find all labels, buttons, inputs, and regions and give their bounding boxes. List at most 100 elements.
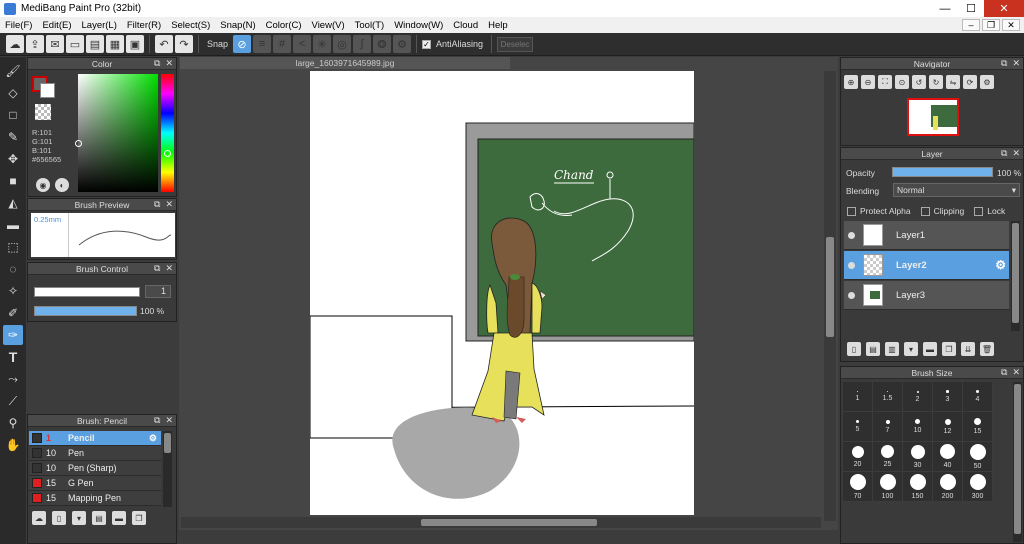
rotate-left-icon[interactable]: ↺ xyxy=(912,75,926,89)
merge-layer-icon[interactable]: ⇊ xyxy=(961,342,975,356)
popout-icon[interactable]: ⧉ xyxy=(1001,367,1007,378)
close-icon[interactable]: ✕ xyxy=(165,415,173,426)
brush-tool-icon[interactable]: 🖌 xyxy=(3,61,23,81)
snap-circle-icon[interactable]: ◎ xyxy=(333,35,352,53)
new-halftone-layer-icon[interactable]: ▥ xyxy=(885,342,899,356)
share-icon[interactable]: ⇪ xyxy=(26,35,44,53)
comment-icon[interactable]: ✉ xyxy=(46,35,64,53)
close-icon[interactable]: ✕ xyxy=(1012,367,1020,378)
new-brush-icon[interactable]: ▯ xyxy=(52,511,66,525)
cloud-brush-icon[interactable]: ☁ xyxy=(32,511,46,525)
popout-icon[interactable]: ⧉ xyxy=(1001,148,1007,159)
drawing-canvas[interactable]: Chand xyxy=(310,71,694,515)
brush-item-g-pen[interactable]: 15 G Pen xyxy=(29,476,161,491)
doc-restore-button[interactable]: ❐ xyxy=(982,19,1000,31)
menu-cloud[interactable]: Cloud xyxy=(448,20,483,31)
blending-select[interactable]: Normal ▾ xyxy=(893,183,1020,197)
brush-size-option[interactable]: 1.5 xyxy=(873,382,903,412)
copy-brush-icon[interactable]: ❐ xyxy=(132,511,146,525)
brush-size-option[interactable]: 70 xyxy=(843,472,873,502)
menu-select[interactable]: Select(S) xyxy=(166,20,215,31)
magic-wand-tool-icon[interactable]: ✧ xyxy=(3,281,23,301)
rotate-right-icon[interactable]: ↻ xyxy=(929,75,943,89)
close-icon[interactable]: ✕ xyxy=(165,199,173,210)
snap-grid-icon[interactable]: # xyxy=(273,35,292,53)
divide-tool-icon[interactable]: ⟋ xyxy=(3,391,23,411)
popout-icon[interactable]: ⧉ xyxy=(1001,58,1007,69)
snap-gear-icon[interactable]: ⚙ xyxy=(393,35,412,53)
menu-window[interactable]: Window(W) xyxy=(389,20,448,31)
document-tab[interactable]: large_1603971645989.jpg xyxy=(180,57,510,69)
popout-icon[interactable]: ⧉ xyxy=(154,263,160,274)
zoom-actual-icon[interactable]: ⊙ xyxy=(895,75,909,89)
brush-size-option[interactable]: 20 xyxy=(843,442,873,472)
brush-size-option[interactable]: 300 xyxy=(963,472,993,502)
doc-close-button[interactable]: ✕ xyxy=(1002,19,1020,31)
gradient-tool-icon[interactable]: ▬ xyxy=(3,215,23,235)
chat-icon[interactable]: ▭ xyxy=(66,35,84,53)
lasso-tool-icon[interactable]: ◌ xyxy=(3,259,23,279)
background-color-swatch[interactable] xyxy=(40,83,55,98)
navigator-viewport[interactable] xyxy=(907,98,959,136)
folder-icon[interactable]: ▬ xyxy=(923,342,937,356)
select-rect-tool-icon[interactable]: ⬚ xyxy=(3,237,23,257)
layer-row-layer1[interactable]: Layer1 xyxy=(844,221,1009,250)
canvas-horizontal-scrollbar[interactable] xyxy=(181,517,821,528)
popout-icon[interactable]: ⧉ xyxy=(154,58,160,69)
brush-size-scrollbar[interactable] xyxy=(1013,382,1022,542)
snap-off-icon[interactable]: ⊘ xyxy=(233,35,252,53)
layer-list-scrollbar[interactable] xyxy=(1011,221,1020,331)
popout-icon[interactable]: ⧉ xyxy=(154,415,160,426)
fill-rect-tool-icon[interactable]: ■ xyxy=(3,171,23,191)
add-layer-dropdown-icon[interactable]: ▾ xyxy=(904,342,918,356)
brush-size-option[interactable]: 12 xyxy=(933,412,963,442)
brush-size-option[interactable]: 50 xyxy=(963,442,993,472)
maximize-button[interactable]: ☐ xyxy=(958,0,984,17)
flip-icon[interactable]: ⇋ xyxy=(946,75,960,89)
fit-icon[interactable]: ⛶ xyxy=(878,75,892,89)
add-brush-icon[interactable]: ▾ xyxy=(72,511,86,525)
close-icon[interactable]: ✕ xyxy=(165,58,173,69)
brush-size-option[interactable]: 25 xyxy=(873,442,903,472)
snap-parallel-icon[interactable]: ≡ xyxy=(253,35,272,53)
brush-list-scrollbar[interactable] xyxy=(163,431,172,507)
bucket-tool-icon[interactable]: ◭ xyxy=(3,193,23,213)
text-tool-icon[interactable]: T xyxy=(3,347,23,367)
brush-size-option[interactable]: 40 xyxy=(933,442,963,472)
brush-size-value[interactable]: 1 xyxy=(145,285,171,298)
brush-size-option[interactable]: 30 xyxy=(903,442,933,472)
close-icon[interactable]: ✕ xyxy=(1012,148,1020,159)
menu-edit[interactable]: Edit(E) xyxy=(37,20,76,31)
new-layer-8bit-icon[interactable]: ▤ xyxy=(866,342,880,356)
select-pen-tool-icon[interactable]: ✐ xyxy=(3,303,23,323)
document-icon[interactable]: ▤ xyxy=(86,35,104,53)
brush-item-pen-sharp[interactable]: 10 Pen (Sharp) xyxy=(29,461,161,476)
folder-icon[interactable]: ▬ xyxy=(112,511,126,525)
gear-icon[interactable]: ⚙ xyxy=(995,258,1006,272)
brush-size-option[interactable]: 5 xyxy=(843,412,873,442)
layer-opacity-slider[interactable] xyxy=(892,167,993,177)
move-tool-icon[interactable]: ✥ xyxy=(3,149,23,169)
zoom-out-icon[interactable]: ⊖ xyxy=(861,75,875,89)
redo-icon[interactable]: ↷ xyxy=(175,35,193,53)
lock-checkbox[interactable] xyxy=(974,206,984,216)
snap-settings-icon[interactable]: ❂ xyxy=(373,35,392,53)
zoom-in-icon[interactable]: ⊕ xyxy=(844,75,858,89)
sv-cursor[interactable] xyxy=(75,140,82,147)
clipping-checkbox[interactable] xyxy=(920,206,930,216)
snap-perspective-icon[interactable]: < xyxy=(293,35,312,53)
eyedropper-tool-icon[interactable]: ⚲ xyxy=(3,413,23,433)
menu-tool[interactable]: Tool(T) xyxy=(350,20,390,31)
save-icon[interactable]: ▣ xyxy=(126,35,144,53)
new-layer-icon[interactable]: ▯ xyxy=(847,342,861,356)
hue-cursor[interactable] xyxy=(164,150,171,157)
snap-curve-icon[interactable]: ∫ xyxy=(353,35,372,53)
close-icon[interactable]: ✕ xyxy=(165,263,173,274)
brush-size-option[interactable]: 200 xyxy=(933,472,963,502)
menu-file[interactable]: File(F) xyxy=(0,20,37,31)
brush-size-option[interactable]: 2 xyxy=(903,382,933,412)
protect-alpha-checkbox[interactable] xyxy=(847,206,856,216)
undo-icon[interactable]: ↶ xyxy=(155,35,173,53)
doc-minimize-button[interactable]: – xyxy=(962,19,980,31)
menu-snap[interactable]: Snap(N) xyxy=(215,20,260,31)
